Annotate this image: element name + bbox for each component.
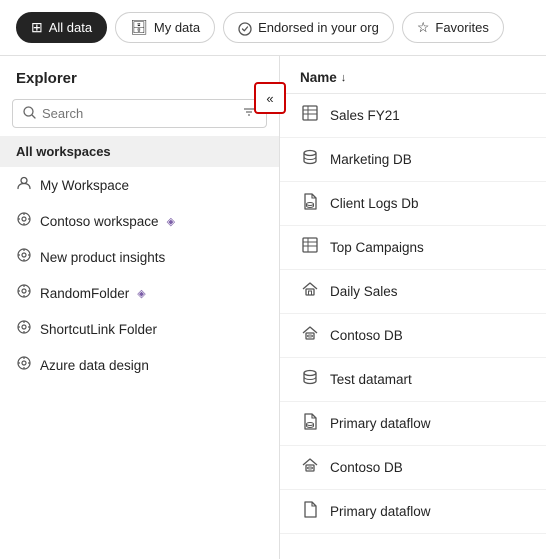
sidebar: Explorer (0, 56, 280, 559)
workspace-icon-azure (16, 355, 32, 375)
db-icon (300, 148, 320, 171)
list-item[interactable]: Contoso DB (280, 446, 546, 490)
sidebar-item-azure[interactable]: Azure data design (0, 347, 279, 383)
tab-favorites[interactable]: ☆ Favorites (402, 12, 504, 43)
house-icon (300, 280, 320, 303)
sidebar-item-random-folder[interactable]: RandomFolder ◈ (0, 275, 279, 311)
search-bar[interactable] (12, 99, 267, 128)
list-item[interactable]: Marketing DB (280, 138, 546, 182)
list-item[interactable]: Sales FY21 (280, 94, 546, 138)
house-db2-icon (300, 456, 320, 479)
file-icon (300, 500, 320, 523)
list-item[interactable]: Top Campaigns (280, 226, 546, 270)
grid2-icon (300, 236, 320, 259)
sidebar-item-my-workspace[interactable]: My Workspace (0, 167, 279, 203)
collapse-button[interactable]: « (254, 82, 286, 114)
sidebar-item-contoso[interactable]: Contoso workspace ◈ (0, 203, 279, 239)
workspace-icon-shortcut (16, 319, 32, 339)
sort-asc-icon: ↓ (341, 72, 347, 84)
dataset-icon (300, 104, 320, 127)
endorsed-icon (238, 19, 252, 35)
list-item[interactable]: Contoso DB (280, 314, 546, 358)
list-item[interactable]: Client Logs Db (280, 182, 546, 226)
list-item[interactable]: Test datamart (280, 358, 546, 402)
premium-icon-random: ◈ (137, 287, 145, 300)
file-db-icon (300, 192, 320, 215)
content-panel: Name ↓ Sales FY21 (280, 56, 546, 559)
workspace-icon-new-product (16, 247, 32, 267)
list-item[interactable]: Primary dataflow (280, 490, 546, 534)
search-icon (23, 106, 36, 122)
workspace-list: All workspaces My Workspace (0, 136, 279, 383)
database-icon: 🗄 (130, 19, 148, 36)
content-header[interactable]: Name ↓ (280, 56, 546, 94)
workspace-icon-contoso (16, 211, 32, 231)
person-icon (16, 175, 32, 195)
premium-icon-contoso: ◈ (167, 215, 175, 228)
workspace-icon-random (16, 283, 32, 303)
main-layout: Explorer (0, 56, 546, 559)
sidebar-item-new-product[interactable]: New product insights (0, 239, 279, 275)
grid-icon: ⊞ (31, 19, 43, 36)
search-input[interactable] (42, 106, 236, 121)
list-item[interactable]: Daily Sales (280, 270, 546, 314)
db2-icon (300, 368, 320, 391)
house-db-icon (300, 324, 320, 347)
all-workspaces-header: All workspaces (0, 136, 279, 167)
sidebar-title: Explorer (0, 56, 279, 95)
top-nav: ⊞ All data 🗄 My data Endorsed in your or… (0, 0, 546, 56)
file-db2-icon (300, 412, 320, 435)
tab-endorsed[interactable]: Endorsed in your org (223, 12, 394, 42)
star-icon: ☆ (417, 19, 430, 36)
list-item[interactable]: Primary dataflow (280, 402, 546, 446)
tab-my-data[interactable]: 🗄 My data (115, 12, 215, 43)
tab-all-data[interactable]: ⊞ All data (16, 12, 107, 43)
sidebar-item-shortcut[interactable]: ShortcutLink Folder (0, 311, 279, 347)
